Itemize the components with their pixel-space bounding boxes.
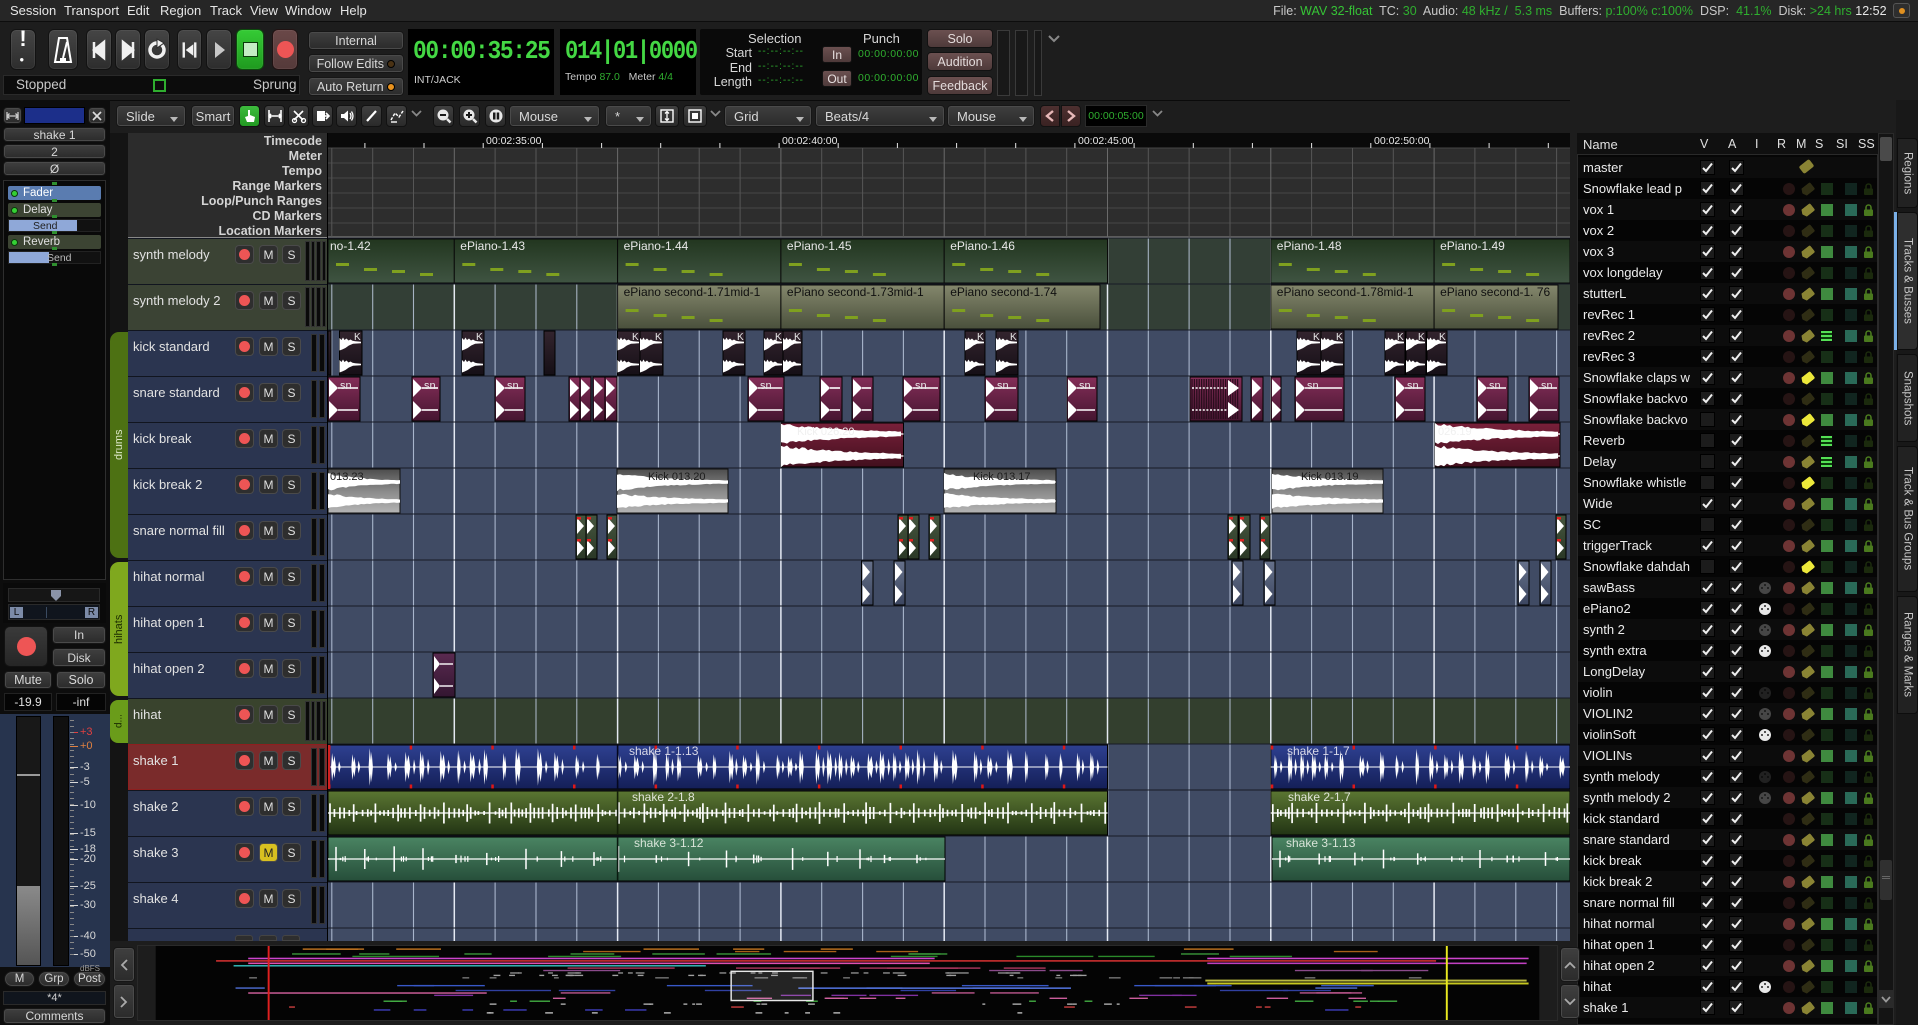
svg-text:K: K bbox=[1010, 332, 1017, 343]
svg-text:shake 1-1.13: shake 1-1.13 bbox=[629, 744, 699, 758]
svg-text:sn: sn bbox=[915, 380, 927, 392]
svg-text:K: K bbox=[775, 332, 782, 343]
svg-text:ePiano second-1.73mid-1: ePiano second-1.73mid-1 bbox=[787, 285, 924, 299]
svg-text:K: K bbox=[794, 332, 801, 343]
svg-text:ePiano-1.49: ePiano-1.49 bbox=[1440, 239, 1505, 253]
svg-text:K: K bbox=[655, 332, 662, 343]
svg-text:00:02:45:00: 00:02:45:00 bbox=[1078, 135, 1134, 147]
svg-text:sn: sn bbox=[997, 380, 1009, 392]
svg-text:ePiano second-1.71mid-1: ePiano second-1.71mid-1 bbox=[624, 285, 761, 299]
svg-text:ePiano second-1.74: ePiano second-1.74 bbox=[950, 285, 1057, 299]
svg-text:00:02:35:00: 00:02:35:00 bbox=[486, 135, 542, 147]
svg-text:sn: sn bbox=[340, 380, 352, 392]
svg-text:shake 1-1.7: shake 1-1.7 bbox=[1287, 744, 1350, 758]
svg-text:K: K bbox=[476, 332, 483, 343]
svg-text:ePiano-1.43: ePiano-1.43 bbox=[460, 239, 525, 253]
svg-text:shake 2-1.7: shake 2-1.7 bbox=[1288, 790, 1351, 804]
svg-text:sn: sn bbox=[1307, 380, 1319, 392]
svg-text:sn: sn bbox=[1541, 380, 1553, 392]
svg-text:ePiano-1.45: ePiano-1.45 bbox=[787, 239, 852, 253]
svg-text:sn: sn bbox=[1489, 380, 1501, 392]
svg-text:Kick 013.20: Kick 013.20 bbox=[648, 471, 705, 483]
svg-text:00:02:40:00: 00:02:40:00 bbox=[782, 135, 838, 147]
svg-text:ePiano-1.48: ePiano-1.48 bbox=[1277, 239, 1342, 253]
svg-text:sn: sn bbox=[1079, 380, 1091, 392]
svg-text:K: K bbox=[1418, 332, 1425, 343]
svg-text:ePiano-1.46: ePiano-1.46 bbox=[950, 239, 1015, 253]
svg-text:Kick 013.17: Kick 013.17 bbox=[973, 471, 1030, 483]
svg-text:Kick 013.19: Kick 013.19 bbox=[1301, 471, 1358, 483]
svg-text:shake 2-1.8: shake 2-1.8 bbox=[632, 790, 695, 804]
svg-text:no-1.42: no-1.42 bbox=[330, 239, 371, 253]
svg-text:sn: sn bbox=[760, 380, 772, 392]
svg-text:shake 3-1.13: shake 3-1.13 bbox=[1286, 836, 1356, 850]
svg-text:K: K bbox=[1336, 332, 1343, 343]
svg-text:shake 3-1.12: shake 3-1.12 bbox=[634, 836, 704, 850]
svg-text:K: K bbox=[1313, 332, 1320, 343]
svg-text:Kick 026.20: Kick 026.20 bbox=[797, 426, 854, 438]
svg-text:K: K bbox=[632, 332, 639, 343]
svg-text:026.19: 026.19 bbox=[1438, 426, 1472, 438]
svg-text:ePiano-1.44: ePiano-1.44 bbox=[624, 239, 689, 253]
svg-text:K: K bbox=[1439, 332, 1446, 343]
svg-text:013.23: 013.23 bbox=[330, 471, 364, 483]
svg-text:sn: sn bbox=[424, 380, 436, 392]
svg-text:K: K bbox=[977, 332, 984, 343]
svg-text:K: K bbox=[737, 332, 744, 343]
svg-text:ePiano second-1. 76: ePiano second-1. 76 bbox=[1440, 285, 1550, 299]
svg-text:00:02:50:00: 00:02:50:00 bbox=[1374, 135, 1430, 147]
svg-text:ePiano second-1.78mid-1: ePiano second-1.78mid-1 bbox=[1277, 285, 1414, 299]
svg-text:sn: sn bbox=[507, 380, 519, 392]
svg-text:sn: sn bbox=[1407, 380, 1419, 392]
svg-text:K: K bbox=[354, 332, 361, 343]
svg-text:K: K bbox=[1397, 332, 1404, 343]
